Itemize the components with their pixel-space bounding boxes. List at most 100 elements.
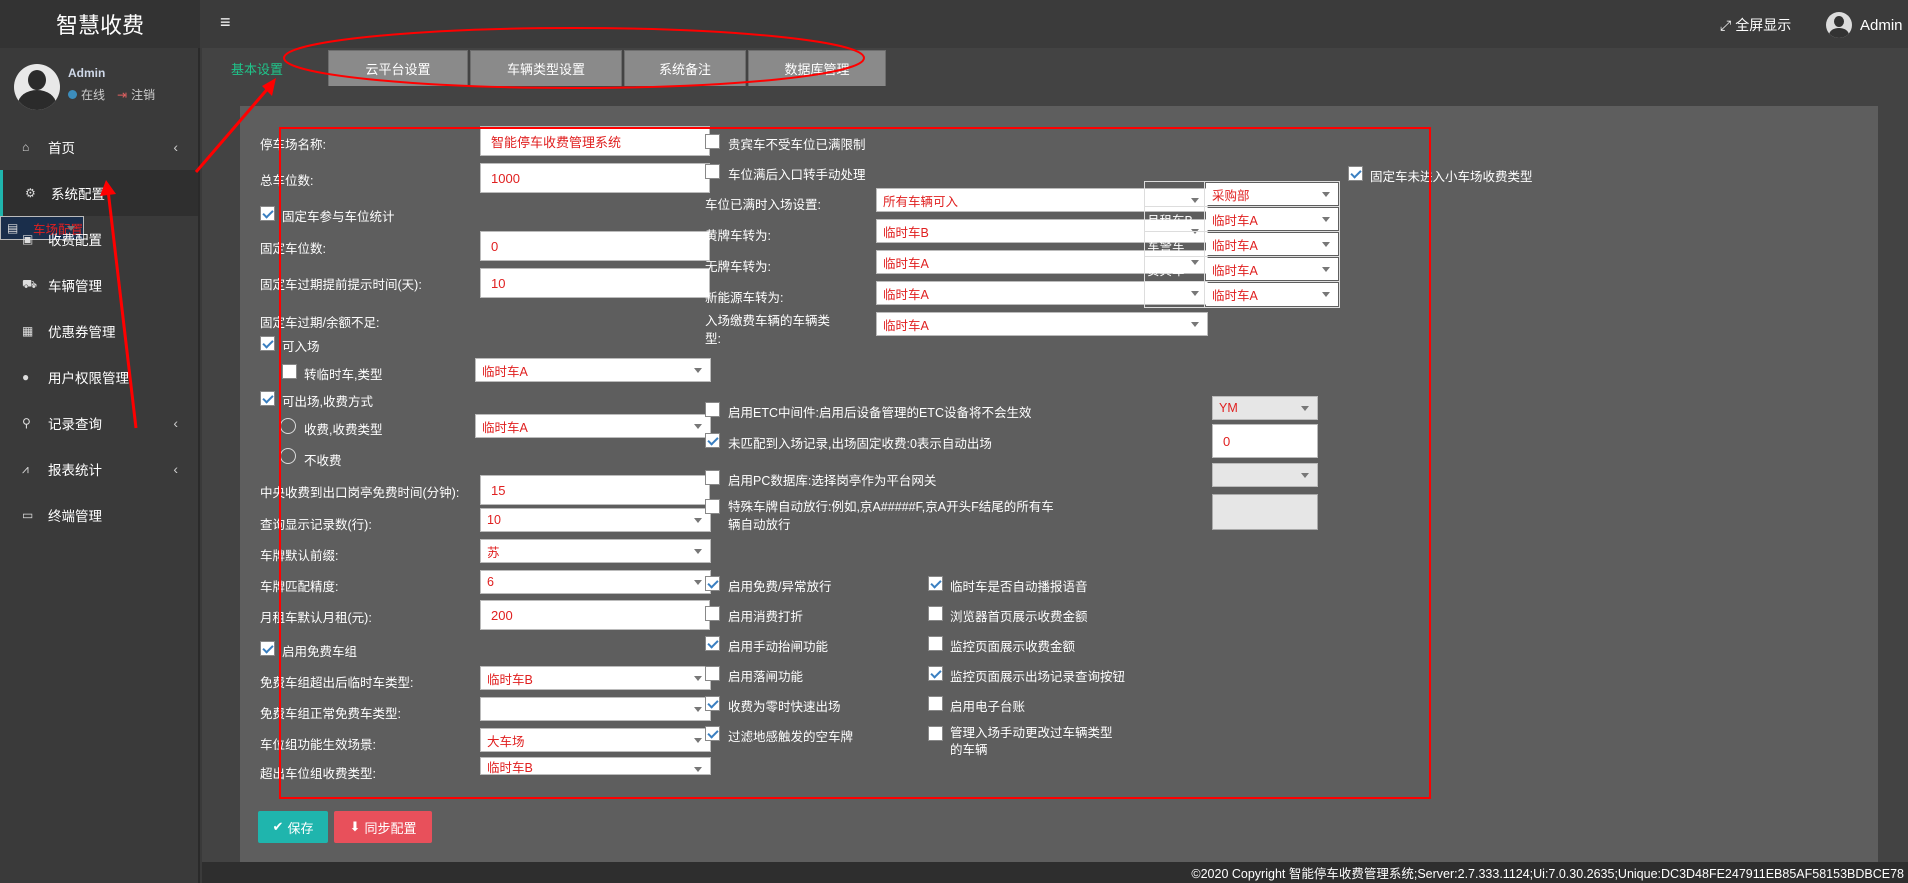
pcdb-select[interactable]	[1212, 463, 1318, 487]
to-temp-checkbox[interactable]	[282, 364, 297, 379]
check-right-2[interactable]	[928, 636, 943, 651]
no-charge-radio[interactable]	[280, 448, 296, 464]
sidebar-item-vehicle[interactable]: ⛟ 车辆管理	[0, 262, 198, 308]
sidebar-item-permission[interactable]: ● 用户权限管理	[0, 354, 198, 400]
to-temp-select[interactable]: 临时车A	[475, 358, 711, 382]
total-spaces-input[interactable]: 1000	[480, 163, 710, 193]
charge-radio[interactable]	[280, 418, 296, 434]
sidebar-item-coupon[interactable]: ▦ 优惠券管理	[0, 308, 198, 354]
vip-unlimited-checkbox[interactable]	[705, 134, 720, 149]
label: 启用手动抬闸功能	[728, 640, 829, 654]
etc-select[interactable]: YM	[1212, 396, 1318, 420]
records-select[interactable]: 10	[480, 508, 711, 532]
arrow-down-icon: ⬇	[349, 819, 361, 834]
row-select[interactable]: 采购部	[1206, 183, 1338, 205]
table-row: 采购部 采购部	[1145, 182, 1339, 207]
check-left-3[interactable]	[705, 666, 720, 681]
label: 查询显示记录数(行):	[260, 518, 372, 532]
can-enter-checkbox[interactable]	[260, 336, 275, 351]
user-menu[interactable]: Admin	[1826, 12, 1903, 38]
label: 车牌默认前缀:	[260, 549, 339, 563]
tab-database[interactable]: 数据库管理	[748, 50, 886, 86]
sidebar-item-terminal[interactable]: ▭ 终端管理	[0, 492, 198, 538]
fullscreen-button[interactable]: ⤢ 全屏显示	[1720, 15, 1791, 35]
sidebar-item-system-config[interactable]: ⚙ 系统配置	[0, 170, 198, 216]
tab-cloud[interactable]: 云平台设置	[328, 50, 468, 86]
hamburger-icon[interactable]: ≡	[220, 12, 231, 33]
expand-icon: ⤢	[1720, 16, 1732, 33]
tab-vehicle-type[interactable]: 车辆类型设置	[470, 50, 622, 86]
sidebar-item-home[interactable]: ⌂ 首页 ‹	[0, 124, 198, 170]
precision-select[interactable]: 6	[480, 570, 711, 594]
over-group-select[interactable]: 临时车B	[480, 757, 711, 775]
chevron-left-icon: ‹	[173, 139, 178, 155]
check-left-0[interactable]	[705, 576, 720, 591]
fixed-count-input[interactable]: 0	[480, 231, 710, 261]
label: 黄牌车转为:	[705, 229, 771, 243]
save-button[interactable]: ✔ 保存	[258, 811, 328, 843]
sidebar-item-reports[interactable]: ⩘ 报表统计 ‹	[0, 446, 198, 492]
nomatch-checkbox[interactable]	[705, 433, 720, 448]
user-panel: Admin 在线 ⇥ 注销	[0, 48, 198, 116]
park-name-input[interactable]: 智能停车收费管理系统	[480, 126, 710, 156]
monthly-input[interactable]: 200	[480, 600, 710, 630]
check-left-4[interactable]	[705, 696, 720, 711]
fixed-type-table: 采购部 采购部 月租车B 临时车A 军警车 临时车A 贵宾车 临时车A 储值车A 临时车A	[1144, 181, 1340, 308]
row-select[interactable]: 临时车A	[1206, 283, 1338, 306]
tab-remarks[interactable]: 系统备注	[624, 50, 746, 86]
check-right-4[interactable]	[928, 696, 943, 711]
free-over-select[interactable]: 临时车B	[480, 666, 711, 690]
label: 总车位数:	[260, 174, 314, 188]
logout-link[interactable]: 注销	[131, 86, 155, 103]
label: 车牌匹配精度:	[260, 580, 339, 594]
check-right-1[interactable]	[928, 606, 943, 621]
check-right-0[interactable]	[928, 576, 943, 591]
label: 停车场名称:	[260, 138, 326, 152]
avatar	[14, 64, 60, 110]
free-normal-select[interactable]	[480, 697, 711, 721]
footer: ©2020 Copyright 智能停车收费管理系统;Server:2.7.33…	[202, 862, 1908, 883]
user-status: 在线 ⇥ 注销	[68, 86, 155, 103]
label: 超出车位组收费类型:	[260, 767, 376, 781]
free-group-checkbox[interactable]	[260, 641, 275, 656]
check-left-5[interactable]	[705, 726, 720, 741]
prefix-select[interactable]: 苏	[480, 539, 711, 563]
check-left-1[interactable]	[705, 606, 720, 621]
full-manual-checkbox[interactable]	[705, 164, 720, 179]
can-exit-checkbox[interactable]	[260, 391, 275, 406]
row-select[interactable]: 临时车A	[1206, 258, 1338, 280]
money-icon: ▣	[22, 232, 34, 246]
chevron-left-icon: ‹	[173, 415, 178, 431]
label: 过滤地感触发的空车牌	[728, 730, 854, 744]
tab-basic[interactable]: 基本设置	[222, 50, 292, 86]
free-minutes-input[interactable]: 15	[480, 475, 710, 505]
row-select[interactable]: 临时车A	[1206, 233, 1338, 255]
fixed-stat-checkbox[interactable]	[260, 206, 275, 221]
entry-pay-select[interactable]: 临时车A	[876, 312, 1208, 336]
label: 启用免费车组	[282, 645, 358, 659]
special-checkbox[interactable]	[705, 499, 720, 514]
group-scene-select[interactable]: 大车场	[480, 728, 711, 752]
label: 可入场	[282, 340, 320, 354]
logout-icon[interactable]: ⇥	[117, 88, 127, 102]
sync-button[interactable]: ⬇ 同步配置	[334, 811, 432, 843]
check-right-3[interactable]	[928, 666, 943, 681]
right-title-checkbox[interactable]	[1348, 166, 1363, 181]
special-plate-textarea[interactable]	[1212, 494, 1318, 530]
sidebar-item-records[interactable]: ⚲ 记录查询 ‹	[0, 400, 198, 446]
check-right-5[interactable]	[928, 726, 943, 741]
expire-days-input[interactable]: 10	[480, 268, 710, 298]
label: 监控页面展示收费金额	[950, 640, 1076, 654]
nomatch-input[interactable]: 0	[1212, 424, 1318, 458]
label: 贵宾车不受车位已满限制	[728, 138, 866, 152]
label: 中央收费到出口岗亭免费时间(分钟):	[260, 486, 460, 500]
sidebar-item-fee-config[interactable]: ▣ 收费配置	[0, 216, 198, 262]
check-left-2[interactable]	[705, 636, 720, 651]
sidebar: Admin 在线 ⇥ 注销 ⌂ 首页 ‹ ⚙ 系统配置 ▤ 车场配置 ▣ 收费配置 ⛟ 车辆…	[0, 48, 200, 883]
label: 未匹配到入场记录,出场固定收费:0表示自动出场	[728, 437, 992, 451]
etc-checkbox[interactable]	[705, 402, 720, 417]
label: 启用消费打折	[728, 610, 804, 624]
charge-select[interactable]: 临时车A	[475, 414, 711, 438]
pcdb-checkbox[interactable]	[705, 470, 720, 485]
row-select[interactable]: 临时车A	[1206, 208, 1338, 230]
